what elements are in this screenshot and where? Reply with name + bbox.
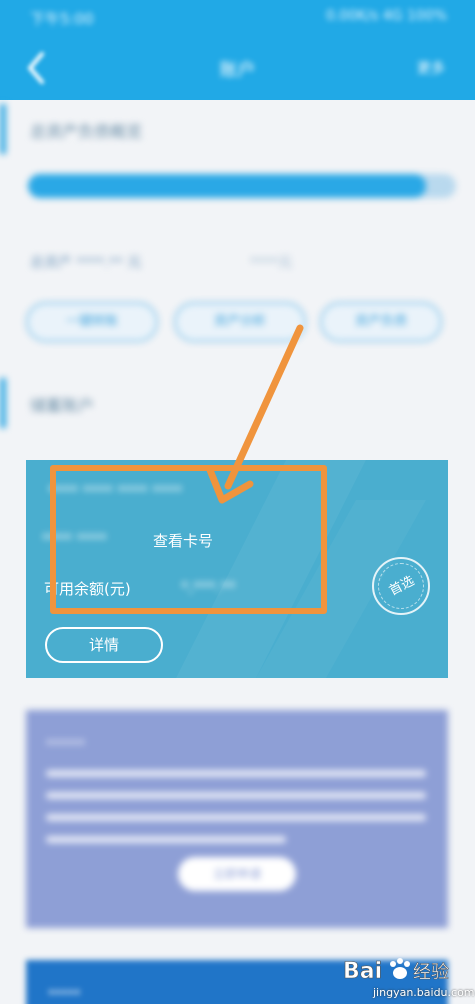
promo-text-line (46, 814, 426, 821)
asset-progress-bar (28, 174, 456, 198)
total-assets-label: 总资产 ****.** 元 (30, 255, 142, 271)
view-card-number-link[interactable]: 查看卡号 (153, 530, 213, 551)
nav-bar: 账户 更多 (0, 36, 475, 100)
balance-value: *,***.** (181, 578, 236, 596)
page-title: 账户 (219, 60, 256, 81)
promo-text-line (46, 770, 426, 777)
baidu-logo-icon: Bai 经验 (343, 958, 449, 984)
svg-text:经验: 经验 (413, 962, 449, 983)
bottom-card-title: ***** (48, 988, 81, 1003)
asset-progress-fill (28, 174, 427, 198)
status-indicators: 0.00K/s 4G 100% (325, 8, 447, 24)
promo-text-line (46, 836, 286, 843)
status-time: 下午5:00 (30, 10, 94, 28)
card-number: **** **** (42, 530, 107, 548)
overview-title: 总资产负债概览 (30, 122, 143, 141)
pill-button-2[interactable]: 资产分析 (174, 302, 306, 342)
watermark-url: jingyan.baidu.com (373, 986, 475, 999)
pill-button-1[interactable]: 一键转账 (26, 302, 158, 342)
promo-apply-button[interactable]: 立即申请 (178, 857, 296, 891)
pill-button-3[interactable]: 资产负债 (320, 302, 442, 342)
detail-button[interactable]: 详情 (45, 627, 163, 663)
section-marker (0, 104, 6, 154)
total-assets-value: ****元 (250, 255, 292, 271)
balance-label: 可用余额(元) (44, 580, 131, 598)
account-card[interactable]: **** **** **** **** **** **** 查看卡号 可用余额(… (26, 460, 448, 678)
section-divider (0, 682, 475, 706)
preferred-stamp: 首选 (372, 557, 430, 615)
promo-title: ****** (46, 738, 85, 753)
app-header: 下午5:00 0.00K/s 4G 100% 账户 更多 (0, 0, 475, 100)
baidu-jingyan-watermark: Bai 经验 jingyan.baidu.com (343, 954, 475, 1000)
svg-text:Bai: Bai (343, 959, 382, 984)
account-section-title: 储蓄账户 (30, 396, 95, 415)
promo-text-line (46, 792, 426, 799)
section-marker (0, 378, 6, 428)
account-name: **** **** **** **** (48, 482, 183, 500)
overview-section: 总资产负债概览 总资产 ****.** 元 ****元 一键转账 资产分析 资产… (0, 100, 475, 440)
status-bar: 下午5:00 0.00K/s 4G 100% (0, 0, 475, 36)
more-button[interactable]: 更多 (417, 58, 445, 78)
promo-card[interactable]: ****** 立即申请 (26, 710, 448, 928)
